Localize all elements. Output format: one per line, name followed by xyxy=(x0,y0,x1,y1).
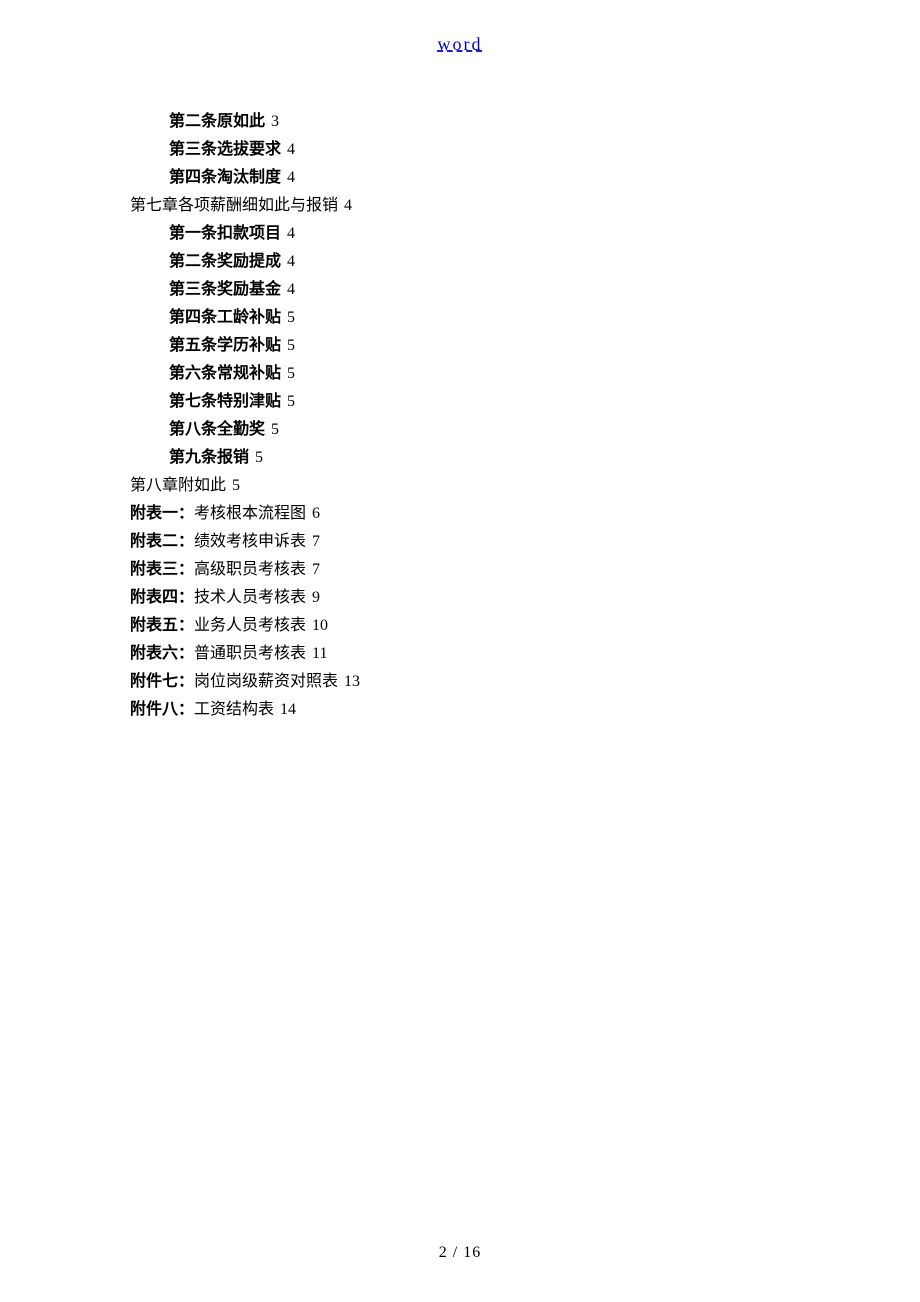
toc-line: 第六条常规补贴 5 xyxy=(130,360,840,388)
toc-line-label: 附件七： xyxy=(130,673,194,690)
toc-line-text: 第二条奖励提成 xyxy=(169,253,281,270)
toc-line: 第八条全勤奖 5 xyxy=(130,416,840,444)
toc-line-text: 第六条常规补贴 xyxy=(169,365,281,382)
toc-line: 附表三：高级职员考核表 7 xyxy=(130,556,840,584)
toc-line: 附表五：业务人员考核表 10 xyxy=(130,612,840,640)
toc-line-page: 10 xyxy=(308,617,328,634)
toc-line-page: 9 xyxy=(308,589,320,606)
document-header: word xyxy=(0,34,920,55)
toc-line-text: 第八条全勤奖 xyxy=(169,421,265,438)
toc-line-label: 附表五： xyxy=(130,617,194,634)
toc-line-page: 6 xyxy=(308,505,320,522)
toc-line-page: 5 xyxy=(228,477,240,494)
toc-line-text: 绩效考核申诉表 xyxy=(194,533,306,550)
toc-line-label: 附件八： xyxy=(130,701,194,718)
toc-line: 附表一：考核根本流程图 6 xyxy=(130,500,840,528)
toc-line: 第四条淘汰制度 4 xyxy=(130,164,840,192)
toc-line-text: 高级职员考核表 xyxy=(194,561,306,578)
toc-line-text: 第四条淘汰制度 xyxy=(169,169,281,186)
toc-line: 第九条报销 5 xyxy=(130,444,840,472)
toc-line-page: 5 xyxy=(267,421,279,438)
toc-line: 第七章各项薪酬细如此与报销 4 xyxy=(130,192,840,220)
toc-line: 第四条工龄补贴 5 xyxy=(130,304,840,332)
toc-line-page: 5 xyxy=(283,365,295,382)
toc-line-text: 第二条原如此 xyxy=(169,113,265,130)
toc-line-page: 4 xyxy=(283,169,295,186)
toc-line: 第三条奖励基金 4 xyxy=(130,276,840,304)
toc-line: 第七条特别津贴 5 xyxy=(130,388,840,416)
toc-line-page: 13 xyxy=(340,673,360,690)
toc-line-page: 7 xyxy=(308,561,320,578)
toc-line: 附表二：绩效考核申诉表 7 xyxy=(130,528,840,556)
toc-line-label: 附表二： xyxy=(130,533,194,550)
toc-line-text: 第三条选拔要求 xyxy=(169,141,281,158)
toc-line-text: 第一条扣款项目 xyxy=(169,225,281,242)
toc-line-page: 11 xyxy=(308,645,327,662)
toc-line: 附件七：岗位岗级薪资对照表 13 xyxy=(130,668,840,696)
toc-line: 第八章附如此 5 xyxy=(130,472,840,500)
toc-line-page: 4 xyxy=(283,225,295,242)
toc-line-text: 岗位岗级薪资对照表 xyxy=(194,673,338,690)
toc-line-text: 第三条奖励基金 xyxy=(169,281,281,298)
toc-line: 附表四：技术人员考核表 9 xyxy=(130,584,840,612)
toc-line-text: 业务人员考核表 xyxy=(194,617,306,634)
toc-line-text: 工资结构表 xyxy=(194,701,274,718)
toc-line: 第五条学历补贴 5 xyxy=(130,332,840,360)
toc-line-page: 7 xyxy=(308,533,320,550)
toc-line: 第三条选拔要求 4 xyxy=(130,136,840,164)
toc-line-page: 3 xyxy=(267,113,279,130)
toc-line-text: 第八章附如此 xyxy=(130,477,226,494)
toc-line-page: 4 xyxy=(340,197,352,214)
toc-line-page: 5 xyxy=(283,337,295,354)
toc-line: 第二条奖励提成 4 xyxy=(130,248,840,276)
toc-line-label: 附表一： xyxy=(130,505,194,522)
toc-line-text: 普通职员考核表 xyxy=(194,645,306,662)
toc-line: 附表六：普通职员考核表 11 xyxy=(130,640,840,668)
toc-line: 第二条原如此 3 xyxy=(130,108,840,136)
toc-line-label: 附表四： xyxy=(130,589,194,606)
toc-line: 第一条扣款项目 4 xyxy=(130,220,840,248)
toc-line-text: 第九条报销 xyxy=(169,449,249,466)
toc-line-page: 4 xyxy=(283,253,295,270)
toc-line-text: 第五条学历补贴 xyxy=(169,337,281,354)
toc-line-text: 考核根本流程图 xyxy=(194,505,306,522)
toc-line-page: 5 xyxy=(283,309,295,326)
toc-line-text: 第七章各项薪酬细如此与报销 xyxy=(130,197,338,214)
toc-line-page: 5 xyxy=(283,393,295,410)
toc-line-text: 第四条工龄补贴 xyxy=(169,309,281,326)
toc-line-label: 附表六： xyxy=(130,645,194,662)
page-footer: 2 / 16 xyxy=(0,1244,920,1262)
toc-line-text: 技术人员考核表 xyxy=(194,589,306,606)
toc-line-text: 第七条特别津贴 xyxy=(169,393,281,410)
toc-content: 第二条原如此 3第三条选拔要求 4第四条淘汰制度 4第七章各项薪酬细如此与报销 … xyxy=(130,108,840,724)
toc-line-label: 附表三： xyxy=(130,561,194,578)
toc-line-page: 5 xyxy=(251,449,263,466)
toc-line-page: 14 xyxy=(276,701,296,718)
toc-line-page: 4 xyxy=(283,141,295,158)
toc-line: 附件八：工资结构表 14 xyxy=(130,696,840,724)
toc-line-page: 4 xyxy=(283,281,295,298)
